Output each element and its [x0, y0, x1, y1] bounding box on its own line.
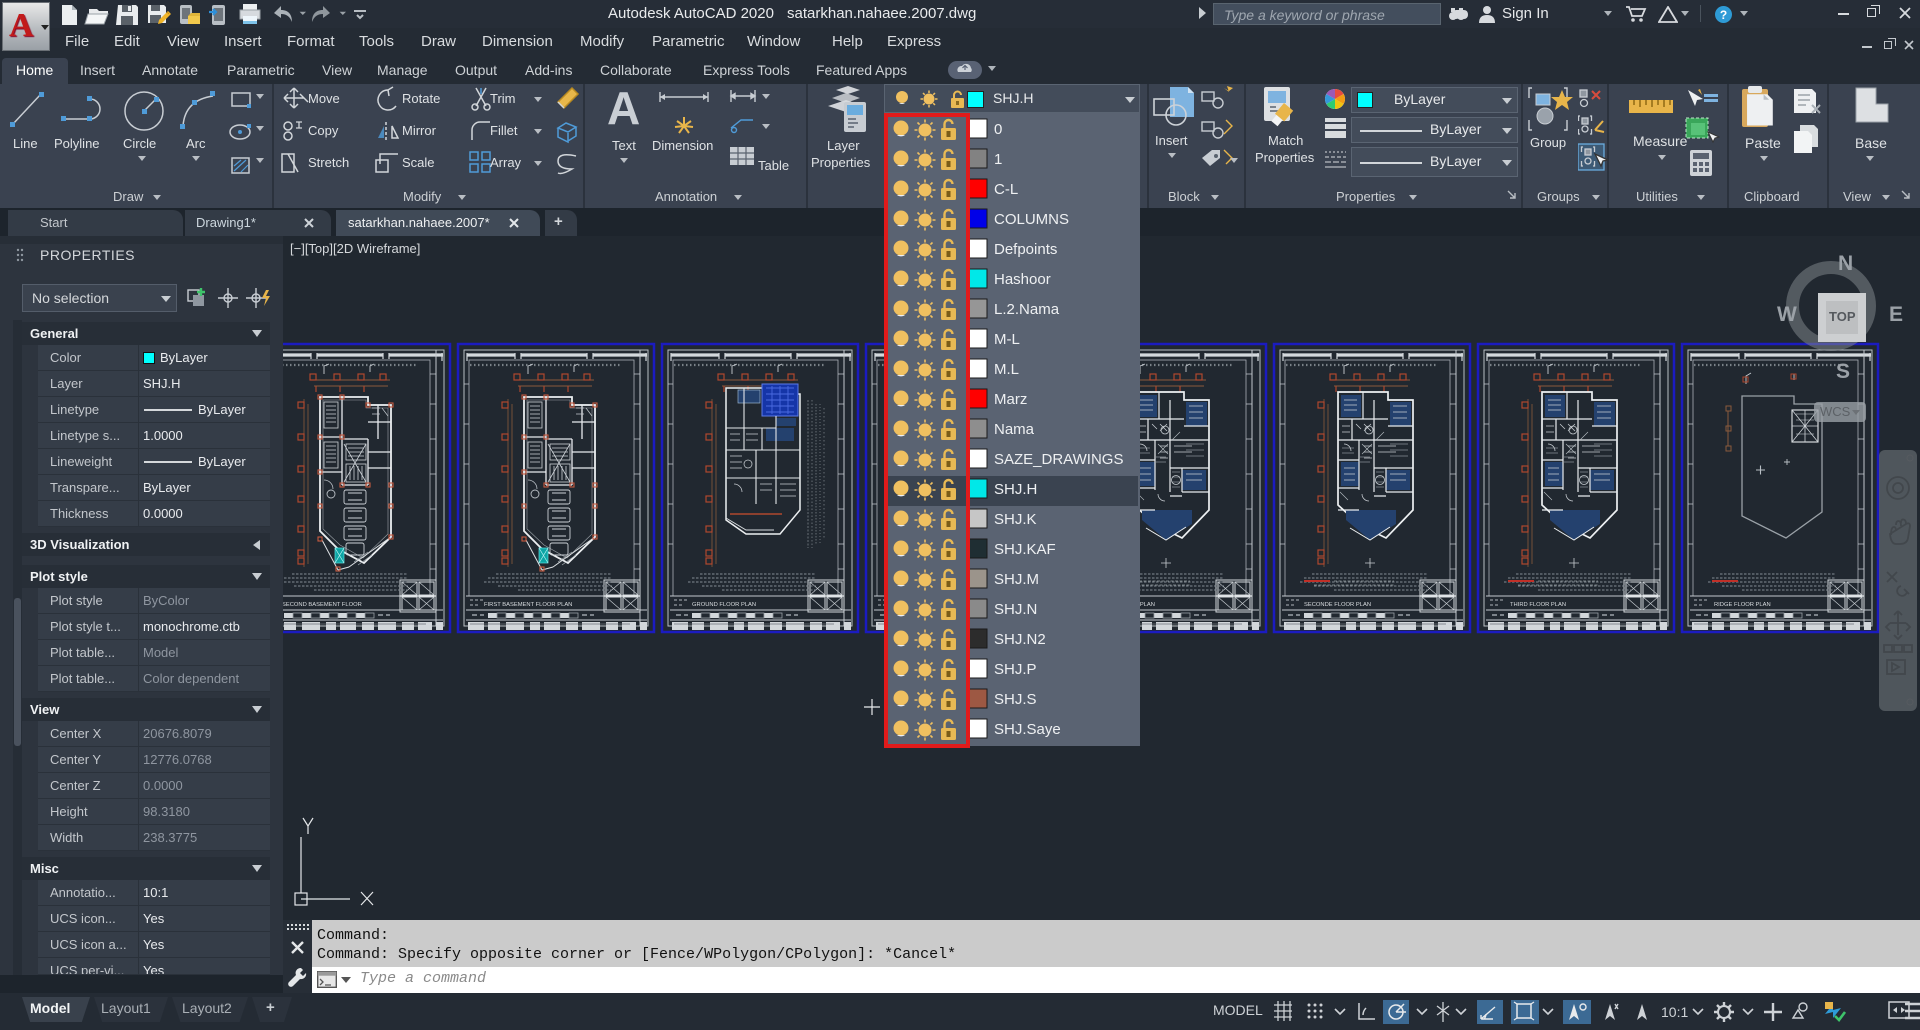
svg-text:SAZE_DRAWINGS: SAZE_DRAWINGS	[994, 451, 1123, 468]
svg-text:0: 0	[994, 121, 1002, 138]
svg-text:SHJ.N2: SHJ.N2	[994, 631, 1046, 648]
svg-text:[−][Top][2D Wireframe]: [−][Top][2D Wireframe]	[290, 241, 420, 256]
svg-text:FIRST BASEMENT FLOOR PLAN: FIRST BASEMENT FLOOR PLAN	[484, 602, 572, 608]
svg-text:SHJ.S: SHJ.S	[994, 691, 1037, 708]
svg-text:SHJ.M: SHJ.M	[994, 571, 1039, 588]
svg-text:SHJ.Saye: SHJ.Saye	[994, 721, 1061, 738]
svg-text:THIRD FLOOR PLAN: THIRD FLOOR PLAN	[1510, 602, 1566, 608]
svg-text:Nama: Nama	[994, 421, 1035, 438]
svg-text:M.L: M.L	[994, 361, 1019, 378]
svg-text:GROUND FLOOR PLAN: GROUND FLOOR PLAN	[692, 602, 756, 608]
svg-text:Marz: Marz	[994, 391, 1027, 408]
svg-text:M-L: M-L	[994, 331, 1020, 348]
svg-text:SHJ.N: SHJ.N	[994, 601, 1037, 618]
svg-text:Hashoor: Hashoor	[994, 271, 1051, 288]
svg-text:Defpoints: Defpoints	[994, 241, 1057, 258]
svg-text:L.2.Nama: L.2.Nama	[994, 301, 1060, 318]
svg-text:?: ?	[1720, 8, 1727, 22]
svg-text:SHJ.H: SHJ.H	[994, 481, 1037, 498]
svg-text:SHJ.K: SHJ.K	[994, 511, 1037, 528]
svg-text:RIDGE FLOOR PLAN: RIDGE FLOOR PLAN	[1714, 602, 1771, 608]
svg-text:10:1: 10:1	[1661, 1004, 1688, 1020]
svg-text:C-L: C-L	[994, 181, 1018, 198]
svg-text:SECONDE FLOOR PLAN: SECONDE FLOOR PLAN	[1304, 602, 1371, 608]
svg-text:COLUMNS: COLUMNS	[994, 211, 1069, 228]
svg-text:SECOND BASEMENT FLOOR: SECOND BASEMENT FLOOR	[283, 602, 362, 608]
svg-text:1: 1	[994, 151, 1002, 168]
svg-text:SHJ.KAF: SHJ.KAF	[994, 541, 1056, 558]
svg-text:SHJ.P: SHJ.P	[994, 661, 1037, 678]
